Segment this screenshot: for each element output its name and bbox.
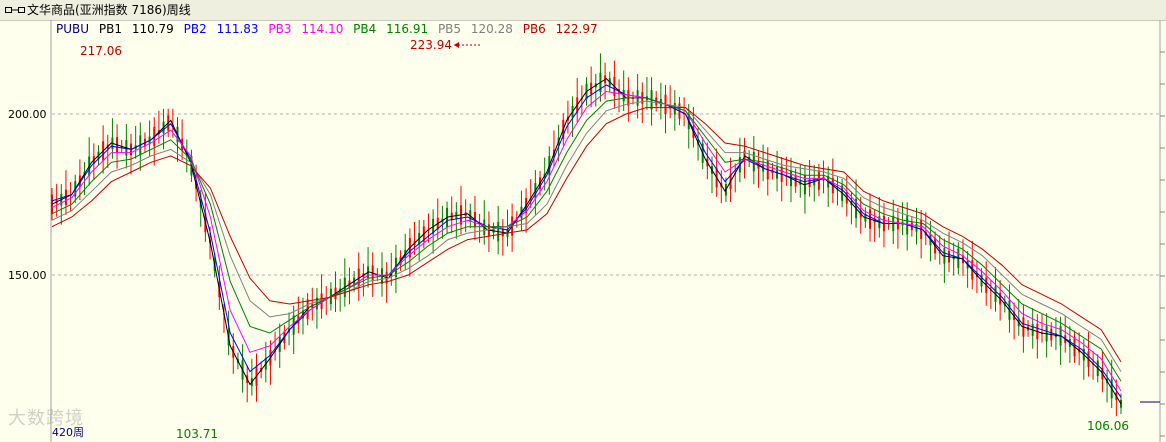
- series-line-pb6: [51, 107, 1122, 363]
- chart-area: 文华商品(亚洲指数 7186)周线 PUBU PB1 110.79 PB2 11…: [0, 0, 1166, 442]
- price-annotation-last: 106.06: [1087, 419, 1129, 433]
- plot-svg: 217.06 223.94 103.71 106.06: [50, 20, 1165, 442]
- watermark-text: 大数跨境: [8, 408, 84, 429]
- price-annotation-global-high: 223.94: [410, 38, 452, 52]
- price-annotation-local-high: 217.06: [80, 44, 122, 58]
- series-line-pb2: [51, 84, 1122, 398]
- series-line-pb5: [51, 100, 1122, 372]
- price-annotation-global-low: 103.71: [176, 427, 218, 441]
- series-line-pb4: [51, 97, 1122, 382]
- high-arrow-head: [454, 42, 459, 48]
